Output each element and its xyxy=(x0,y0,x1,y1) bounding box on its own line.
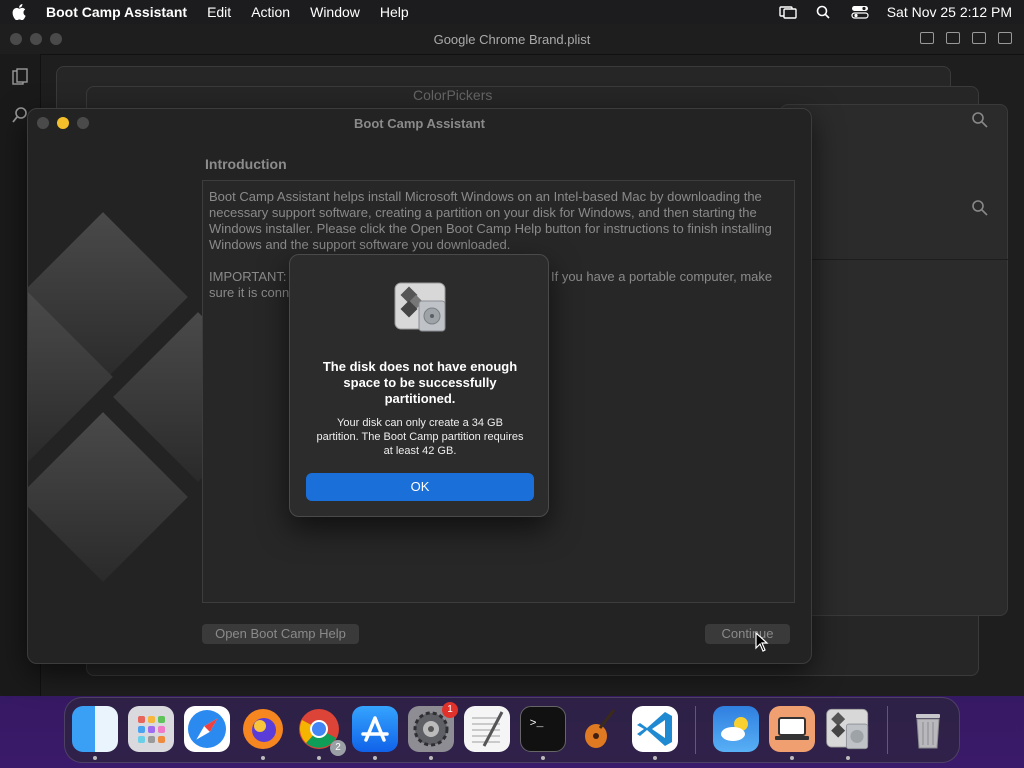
garageband-icon[interactable] xyxy=(576,706,622,752)
stacked-window-right xyxy=(780,104,1009,616)
background-window-title: Google Chrome Brand.plist xyxy=(433,31,591,47)
menu-edit[interactable]: Edit xyxy=(207,4,231,20)
bootcamp-title: Boot Camp Assistant xyxy=(354,115,485,131)
chrome-badge: 2 xyxy=(330,740,346,756)
sidebar-right-icon[interactable] xyxy=(972,32,986,44)
open-help-button[interactable]: Open Boot Camp Help xyxy=(202,624,359,644)
files-icon[interactable] xyxy=(11,68,29,86)
intro-heading: Introduction xyxy=(205,156,287,172)
dock-separator xyxy=(887,706,888,754)
firefox-icon[interactable] xyxy=(240,706,286,752)
intro-paragraph-1: Boot Camp Assistant helps install Micros… xyxy=(209,189,772,252)
close-button[interactable] xyxy=(37,117,49,129)
menu-app-name[interactable]: Boot Camp Assistant xyxy=(46,4,187,20)
chrome-icon[interactable]: 2 xyxy=(296,706,346,756)
launchpad-icon[interactable] xyxy=(128,706,174,752)
colorpickers-label: ColorPickers xyxy=(413,87,493,103)
settings-badge: 1 xyxy=(442,702,458,718)
menu-action[interactable]: Action xyxy=(251,4,290,20)
menu-help[interactable]: Help xyxy=(380,4,409,20)
vscode-icon[interactable] xyxy=(632,706,678,752)
panel-bottom-icon[interactable] xyxy=(946,32,960,44)
search-icon[interactable] xyxy=(815,5,833,19)
trash-icon[interactable] xyxy=(905,706,951,752)
zoom-button[interactable] xyxy=(77,117,89,129)
weather-icon[interactable] xyxy=(713,706,759,752)
background-window-titlebar: Google Chrome Brand.plist xyxy=(0,24,1024,55)
dock-separator xyxy=(695,706,696,754)
textedit-icon[interactable] xyxy=(464,706,510,752)
alert-title: The disk does not have enough space to b… xyxy=(322,359,518,406)
control-center-icon[interactable] xyxy=(851,5,869,19)
minimize-button[interactable] xyxy=(57,117,69,129)
menu-bar: Boot Camp Assistant Edit Action Window H… xyxy=(0,0,1024,24)
menu-window[interactable]: Window xyxy=(310,4,360,20)
bootcamp-icon[interactable] xyxy=(825,706,871,752)
bootcamp-titlebar: Boot Camp Assistant xyxy=(28,109,811,137)
alert-dialog: The disk does not have enough space to b… xyxy=(289,254,549,517)
minimize-button[interactable] xyxy=(30,33,42,45)
sidebar-left-icon[interactable] xyxy=(920,32,934,44)
terminal-icon[interactable]: >_ xyxy=(520,706,566,752)
finder-icon[interactable] xyxy=(72,706,118,752)
toolbar-row xyxy=(781,229,1009,260)
layout-icon[interactable] xyxy=(998,32,1012,44)
search-icon[interactable] xyxy=(971,199,989,217)
mouse-cursor-icon xyxy=(755,632,769,652)
safari-icon[interactable] xyxy=(184,706,230,752)
search-icon[interactable] xyxy=(971,111,989,129)
app-store-icon[interactable] xyxy=(352,706,398,752)
apple-icon[interactable] xyxy=(12,4,26,20)
continue-button[interactable]: Continue xyxy=(705,624,790,644)
ok-button[interactable]: OK xyxy=(306,473,534,501)
close-button[interactable] xyxy=(10,33,22,45)
screen-icon[interactable] xyxy=(769,706,815,752)
clock[interactable]: Sat Nov 25 2:12 PM xyxy=(887,4,1012,20)
dock: 2 1 >_ xyxy=(64,697,960,763)
bootcamp-app-icon xyxy=(394,282,446,332)
svg-text:>_: >_ xyxy=(530,717,544,730)
zoom-button[interactable] xyxy=(50,33,62,45)
alert-message: Your disk can only create a 34 GB partit… xyxy=(316,417,524,457)
screen-mirroring-icon[interactable] xyxy=(779,5,797,19)
system-settings-icon[interactable]: 1 xyxy=(408,702,458,752)
